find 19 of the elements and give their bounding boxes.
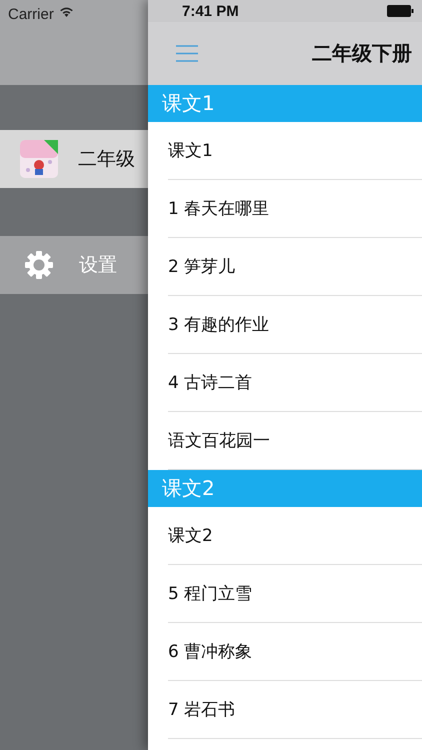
list-item[interactable]: 6 曹冲称象: [168, 623, 422, 681]
sidebar-item[interactable]: 二年级: [0, 130, 148, 188]
section-header: 课文1: [148, 85, 422, 122]
battery-icon: [387, 5, 414, 17]
list-item[interactable]: 3 有趣的作业: [168, 296, 422, 354]
list-item[interactable]: 2 笋芽儿: [168, 238, 422, 296]
wifi-icon: [58, 6, 74, 17]
clock-time: 7:41 PM: [182, 2, 239, 20]
list-item[interactable]: 5 程门立雪: [168, 565, 422, 623]
list-item[interactable]: 7 岩石书: [168, 681, 422, 739]
menu-icon[interactable]: [176, 45, 198, 62]
list-item[interactable]: 课文2: [168, 507, 422, 565]
list-item[interactable]: 4 古诗二首: [168, 354, 422, 412]
nav-title: 二年级下册: [312, 40, 412, 67]
settings-icon: [23, 249, 55, 281]
section-header: 课文2: [148, 470, 422, 507]
carrier-name: Carrier: [8, 6, 54, 23]
list-item[interactable]: 课文1: [168, 122, 422, 180]
list-item[interactable]: 1 春天在哪里: [168, 180, 422, 238]
